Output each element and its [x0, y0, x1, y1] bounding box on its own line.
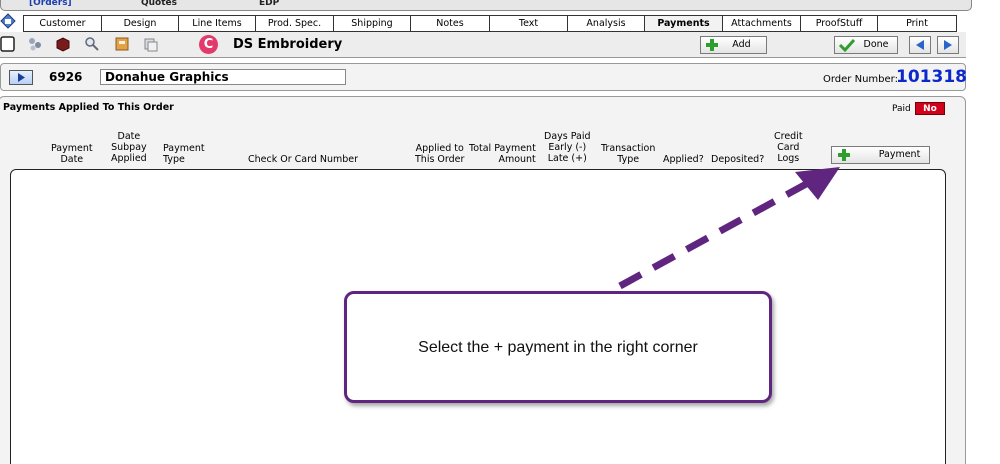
tab-bar: Customer Design Line Items Prod. Spec. S…: [0, 15, 1000, 32]
column-header: Applied to This Order: [415, 143, 465, 165]
company-name: DS Embroidery: [233, 37, 343, 52]
tab-label: Customer: [39, 18, 86, 29]
magnify-icon[interactable]: [84, 36, 100, 52]
next-record-button[interactable]: [937, 36, 959, 54]
arrow-right-icon: [944, 40, 952, 50]
plus-icon: [838, 149, 850, 161]
column-header: Days Paid Early (-) Late (+): [544, 131, 591, 164]
column-header: Payment Type: [163, 143, 205, 165]
tab-label: Shipping: [351, 18, 393, 29]
tab-design[interactable]: Design: [101, 15, 179, 32]
annotation-callout: Select the + payment in the right corner: [344, 291, 772, 403]
column-header: Date Subpay Applied: [111, 131, 147, 164]
column-header: Check Or Card Number: [248, 154, 359, 165]
customer-bar: 6926 Donahue Graphics Order Number: 1013…: [0, 63, 967, 91]
toolbar: C DS Embroidery Add Done: [0, 32, 966, 58]
quotes-link[interactable]: Quotes: [141, 0, 177, 8]
checkmark-icon: [838, 38, 856, 52]
tab-attachments[interactable]: Attachments: [722, 15, 801, 32]
network-icon[interactable]: [27, 36, 43, 52]
copy-icon[interactable]: [143, 36, 159, 52]
tab-prod-spec[interactable]: Prod. Spec.: [255, 15, 334, 32]
add-payment-button[interactable]: Payment: [831, 146, 930, 164]
tab-text[interactable]: Text: [489, 15, 568, 32]
tab-label: ProofStuff: [815, 18, 863, 29]
tab-label: Line Items: [192, 18, 242, 29]
tab-label: Analysis: [586, 18, 626, 29]
tab-label: Text: [518, 18, 539, 29]
tab-payments[interactable]: Payments: [644, 15, 723, 32]
payments-panel: Payments Applied To This Order Paid No P…: [0, 96, 966, 464]
column-header: Deposited?: [711, 154, 765, 165]
tab-customer[interactable]: Customer: [23, 15, 102, 32]
payments-title: Payments Applied To This Order: [3, 102, 174, 113]
tab-label: Print: [906, 18, 928, 29]
tab-print[interactable]: Print: [877, 15, 957, 32]
add-button[interactable]: Add: [700, 36, 767, 54]
order-number-label: Order Number:: [823, 74, 898, 85]
arrow-left-icon: [916, 40, 924, 50]
column-header: Applied?: [663, 154, 704, 165]
previous-record-button[interactable]: [909, 36, 931, 54]
orders-link[interactable]: [Orders]: [29, 0, 72, 8]
tab-label: Payments: [657, 18, 710, 29]
tab-label: Attachments: [731, 18, 792, 29]
paid-label: Paid: [892, 104, 911, 114]
tab-label: Notes: [436, 18, 464, 29]
tab-label: Prod. Spec.: [267, 18, 322, 29]
done-button-label: Done: [863, 39, 889, 50]
tab-notes[interactable]: Notes: [410, 15, 490, 32]
customer-id: 6926: [49, 70, 83, 84]
open-customer-button[interactable]: [9, 70, 33, 85]
home-icon[interactable]: [0, 13, 16, 29]
archive-icon[interactable]: [114, 36, 130, 52]
package-icon[interactable]: [55, 36, 71, 52]
tab-analysis[interactable]: Analysis: [567, 15, 645, 32]
column-header: Transaction Type: [601, 143, 656, 165]
new-document-icon[interactable]: [0, 36, 16, 52]
column-header: Total Payment Amount: [469, 143, 536, 165]
play-icon: [18, 73, 25, 82]
add-button-label: Add: [732, 39, 751, 50]
tab-line-items[interactable]: Line Items: [178, 15, 256, 32]
module-strip: [Orders] Quotes EDP: [0, 0, 972, 11]
annotation-text: Select the + payment in the right corner: [418, 339, 698, 356]
customer-name-field[interactable]: Donahue Graphics: [100, 69, 346, 85]
edp-link[interactable]: EDP: [259, 0, 279, 8]
tab-shipping[interactable]: Shipping: [333, 15, 411, 32]
company-logo-icon: C: [199, 35, 218, 54]
order-number: 101318: [896, 67, 967, 87]
add-payment-label: Payment: [878, 149, 921, 160]
paid-status-badge: No: [915, 102, 945, 115]
column-header: Credit Card Logs: [774, 131, 803, 164]
plus-icon: [706, 39, 718, 51]
done-button[interactable]: Done: [834, 36, 898, 54]
tab-label: Design: [123, 18, 157, 29]
tab-proofstuff[interactable]: ProofStuff: [800, 15, 878, 32]
column-header: Payment Date: [51, 143, 93, 165]
